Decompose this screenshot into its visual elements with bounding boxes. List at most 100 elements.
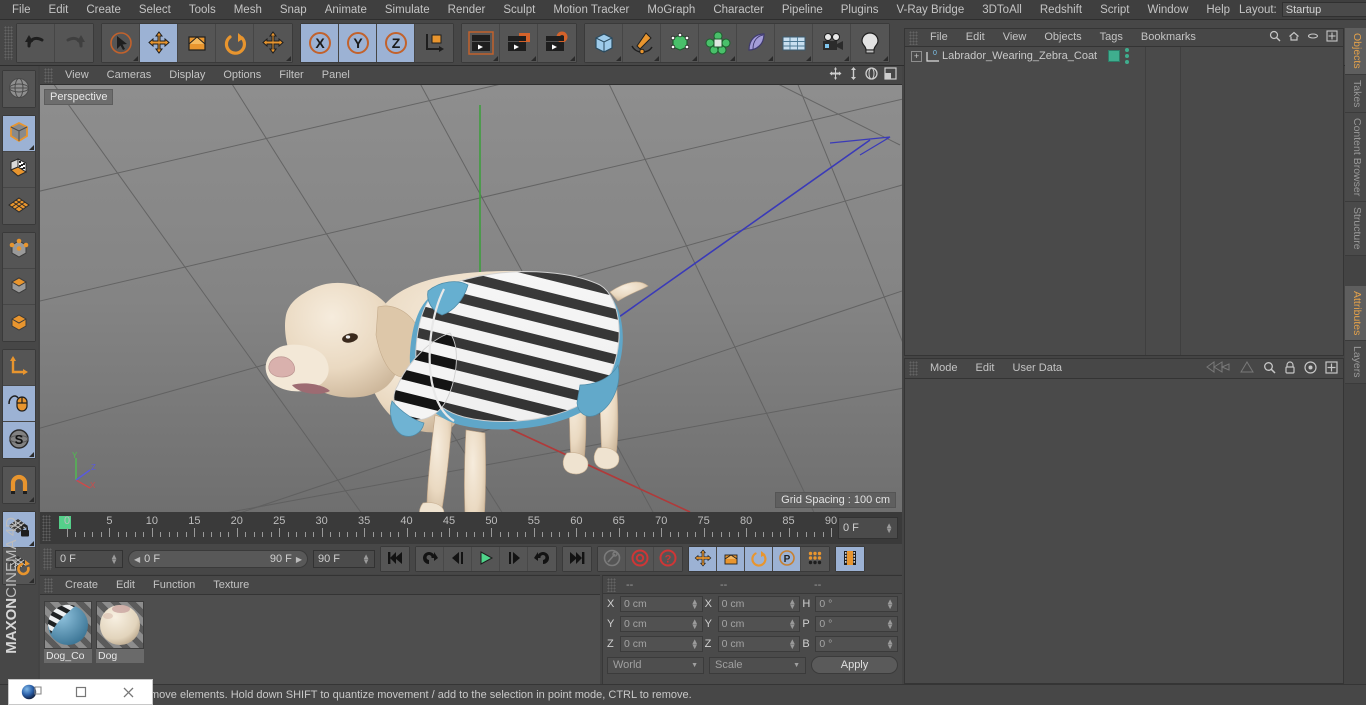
menu-vray-bridge[interactable]: V-Ray Bridge [887,0,973,20]
size-y-field[interactable]: 0 cm ▲ ▼ [717,616,801,632]
generators-button[interactable] [661,23,699,62]
world-object-coordinates-button[interactable] [415,23,453,62]
parameter-key-button[interactable]: P [773,547,801,571]
edges-mode-button[interactable] [3,269,35,305]
pos-x-field[interactable]: 0 cm ▲ ▼ [620,596,703,612]
object-menu-edit[interactable]: Edit [957,28,994,47]
menu-pipeline[interactable]: Pipeline [773,0,832,20]
rot-b-field[interactable]: 0 ° ▲ ▼ [815,636,899,652]
close-icon[interactable] [104,680,152,704]
deformer-button[interactable] [737,23,775,62]
coordinates-grip[interactable] [607,577,616,592]
timeline-grip[interactable] [42,515,51,541]
tab-objects[interactable]: Objects [1345,28,1366,75]
zoom-vertical-icon[interactable] [848,67,859,83]
spinner-icon[interactable]: ▲ ▼ [691,598,699,611]
previous-keyframe-button[interactable] [416,547,444,571]
spinner-icon[interactable]: ▲ ▼ [110,553,118,566]
texture-tag-icon[interactable] [1108,50,1121,62]
menu-sculpt[interactable]: Sculpt [494,0,544,20]
undo-button[interactable] [17,23,55,62]
viewport-grip[interactable] [44,67,53,83]
add-spline-button[interactable] [623,23,661,62]
rot-h-field[interactable]: 0 ° ▲ ▼ [815,596,899,612]
menu-simulate[interactable]: Simulate [376,0,439,20]
make-editable-button[interactable] [3,71,35,107]
viewport-menu-cameras[interactable]: Cameras [98,66,161,85]
material-menu-texture[interactable]: Texture [204,576,258,595]
menu-redshift[interactable]: Redshift [1031,0,1091,20]
pan-icon[interactable] [829,67,842,83]
object-menu-objects[interactable]: Objects [1035,28,1090,47]
maximize-icon[interactable] [57,680,105,704]
spinner-icon[interactable]: ▲ ▼ [886,618,894,631]
go-to-end-button[interactable] [563,547,591,571]
polygons-mode-button[interactable] [3,305,35,341]
viewport-menu-display[interactable]: Display [160,66,214,85]
size-x-field[interactable]: 0 cm ▲ ▼ [717,596,801,612]
go-to-start-button[interactable] [381,547,409,571]
spinner-icon[interactable]: ▲ ▼ [788,638,796,651]
menu-mograph[interactable]: MoGraph [638,0,704,20]
magnet-tool-button[interactable] [3,467,35,503]
step-back-button[interactable] [444,547,472,571]
object-menu-file[interactable]: File [921,28,957,47]
rot-p-field[interactable]: 0 ° ▲ ▼ [815,616,899,632]
points-mode-button[interactable] [3,233,35,269]
material-thumbnail-dog-coat[interactable] [44,601,92,649]
menu-snap[interactable]: Snap [271,0,316,20]
object-manager-grip[interactable] [909,30,918,45]
enable-axis-button[interactable] [3,350,35,386]
expand-icon[interactable] [1326,30,1338,45]
expand-toggle-icon[interactable]: + [911,50,922,62]
object-tree[interactable]: + 0 Labrador_Wearing_Zebra_Coat [905,47,1343,355]
model-mode-button[interactable] [3,116,35,152]
object-menu-view[interactable]: View [994,28,1036,47]
pla-key-button[interactable] [801,547,829,571]
viewport-menu-options[interactable]: Options [214,66,270,85]
camera-button[interactable] [813,23,851,62]
spinner-icon[interactable]: ▲ ▼ [788,598,796,611]
apply-button[interactable]: Apply [811,656,898,674]
menu-character[interactable]: Character [704,0,773,20]
material-menu-function[interactable]: Function [144,576,204,595]
viewport-menu-view[interactable]: View [56,66,98,85]
attribute-content[interactable] [905,379,1343,683]
rotate-tool-button[interactable] [216,23,254,62]
size-mode-dropdown[interactable]: Scale ▼ [709,656,806,674]
material-thumbnail-dog[interactable] [96,601,144,649]
menu-select[interactable]: Select [130,0,180,20]
target-icon[interactable] [1304,360,1317,377]
coordinate-system-dropdown[interactable]: World ▼ [607,656,704,674]
home-icon[interactable] [1288,30,1300,45]
live-selection-tool-button[interactable] [102,23,140,62]
workplane-mode-button[interactable] [3,188,35,224]
texture-mode-button[interactable] [3,152,35,188]
menu-file[interactable]: File [3,0,40,20]
material-grip[interactable] [44,577,53,593]
timeline-ruler[interactable]: 0 5 10 15 20 25 30 35 40 45 50 55 60 65 70 75 80 85 90 [53,512,838,544]
pos-y-field[interactable]: 0 cm ▲ ▼ [620,616,703,632]
animation-layer-button[interactable] [836,547,864,571]
render-settings-button[interactable] [538,23,576,62]
range-right-arrow-icon[interactable]: ▶ [296,555,302,564]
enable-snap-button[interactable]: S [3,422,35,458]
menu-window[interactable]: Window [1138,0,1197,20]
autokeying-button[interactable] [598,547,626,571]
range-left-arrow-icon[interactable]: ◀ [134,555,140,564]
lock-z-axis-button[interactable]: Z [377,23,415,62]
maximize-view-icon[interactable] [884,67,897,83]
scale-tool-button[interactable] [178,23,216,62]
viewport-menu-filter[interactable]: Filter [270,66,312,85]
attribute-menu-user-data[interactable]: User Data [1004,359,1072,378]
menu-create[interactable]: Create [77,0,130,20]
menu-animate[interactable]: Animate [316,0,376,20]
tab-layers[interactable]: Layers [1345,341,1366,384]
spinner-icon[interactable]: ▲ ▼ [691,618,699,631]
pos-z-field[interactable]: 0 cm ▲ ▼ [620,636,703,652]
object-row[interactable]: + 0 Labrador_Wearing_Zebra_Coat [905,47,1343,65]
scene-object-button[interactable] [775,23,813,62]
redo-button[interactable] [55,23,93,62]
tab-content-browser[interactable]: Content Browser [1345,113,1366,203]
lock-y-axis-button[interactable]: Y [339,23,377,62]
